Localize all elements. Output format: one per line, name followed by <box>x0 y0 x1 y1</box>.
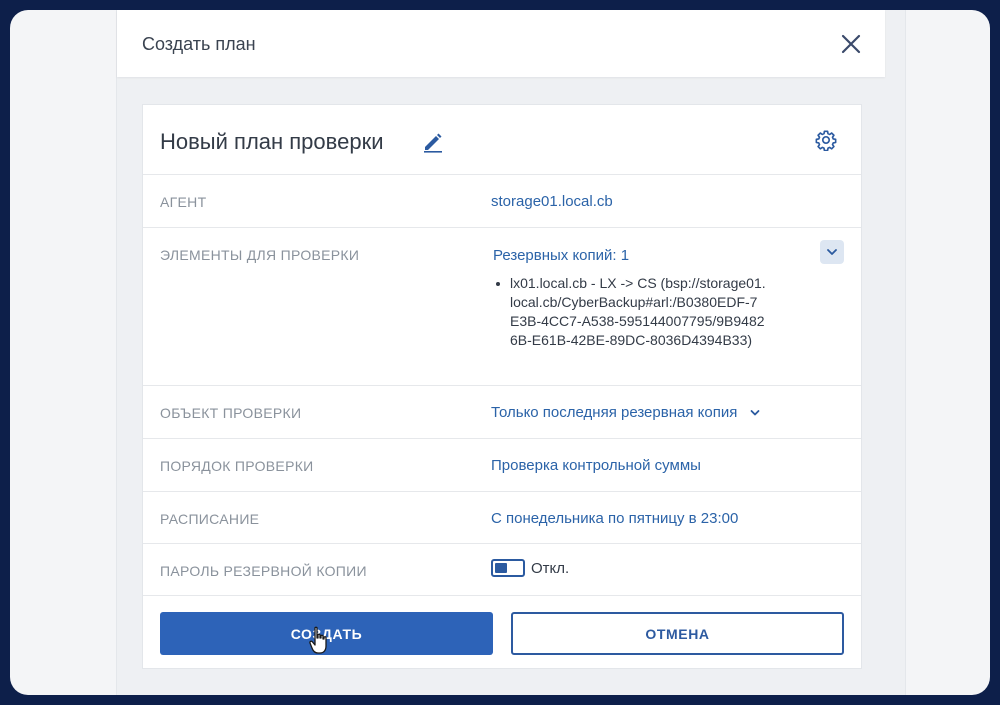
password-label: ПАРОЛЬ РЕЗЕРВНОЙ КОПИИ <box>160 563 367 579</box>
order-row: ПОРЯДОК ПРОВЕРКИ Проверка контрольной су… <box>143 438 861 491</box>
dialog-header: Создать план <box>117 10 885 77</box>
password-toggle-status: Откл. <box>531 560 570 577</box>
settings-button[interactable] <box>815 129 837 152</box>
schedule-value-link[interactable]: С понедельника по пятницу в 23:00 <box>491 510 738 527</box>
cancel-button[interactable]: ОТМЕНА <box>511 612 844 655</box>
bullet <box>496 282 500 286</box>
items-row: ЭЛЕМЕНТЫ ДЛЯ ПРОВЕРКИ Резервных копий: 1… <box>143 227 861 385</box>
schedule-label: РАСПИСАНИЕ <box>160 511 260 527</box>
expand-items-button[interactable] <box>820 240 844 264</box>
close-icon <box>841 34 861 54</box>
schedule-row: РАСПИСАНИЕ С понедельника по пятницу в 2… <box>143 491 861 543</box>
toggle-knob <box>495 563 507 573</box>
object-value: Только последняя резервная копия <box>491 404 738 421</box>
object-select[interactable]: Только последняя резервная копия <box>491 404 760 421</box>
items-count-link[interactable]: Резервных копий: 1 <box>493 247 629 264</box>
pencil-icon <box>424 133 442 153</box>
dialog-title: Создать план <box>142 34 256 54</box>
list-item: lx01.local.cb - LX -> CS (bsp://storage0… <box>496 274 766 350</box>
app-frame: Создать план Новый план проверки АГЕНТ s… <box>10 10 990 695</box>
agent-value-link[interactable]: storage01.local.cb <box>491 193 613 210</box>
plan-card: Новый план проверки АГЕНТ storage01.loca… <box>142 104 862 669</box>
order-label: ПОРЯДОК ПРОВЕРКИ <box>160 458 314 474</box>
items-label: ЭЛЕМЕНТЫ ДЛЯ ПРОВЕРКИ <box>160 247 360 263</box>
object-label: ОБЪЕКТ ПРОВЕРКИ <box>160 405 302 421</box>
agent-row: АГЕНТ storage01.local.cb <box>143 174 861 227</box>
password-row: ПАРОЛЬ РЕЗЕРВНОЙ КОПИИ Откл. <box>143 543 861 595</box>
order-value-link[interactable]: Проверка контрольной суммы <box>491 457 701 474</box>
close-button[interactable] <box>839 32 863 56</box>
hand-pointer-icon <box>309 626 327 654</box>
dialog-panel: Создать план Новый план проверки АГЕНТ s… <box>116 10 906 695</box>
chevron-down-icon <box>827 249 837 255</box>
edit-name-button[interactable] <box>422 131 444 153</box>
plan-name: Новый план проверки <box>160 129 384 154</box>
divider <box>143 595 861 596</box>
gear-icon <box>815 130 837 152</box>
agent-label: АГЕНТ <box>160 194 207 210</box>
password-toggle[interactable] <box>491 559 525 577</box>
list-item-text: lx01.local.cb - LX -> CS (bsp://storage0… <box>510 275 766 348</box>
items-list: lx01.local.cb - LX -> CS (bsp://storage0… <box>496 274 766 350</box>
object-row: ОБЪЕКТ ПРОВЕРКИ Только последняя резервн… <box>143 385 861 438</box>
chevron-down-icon <box>750 410 759 416</box>
